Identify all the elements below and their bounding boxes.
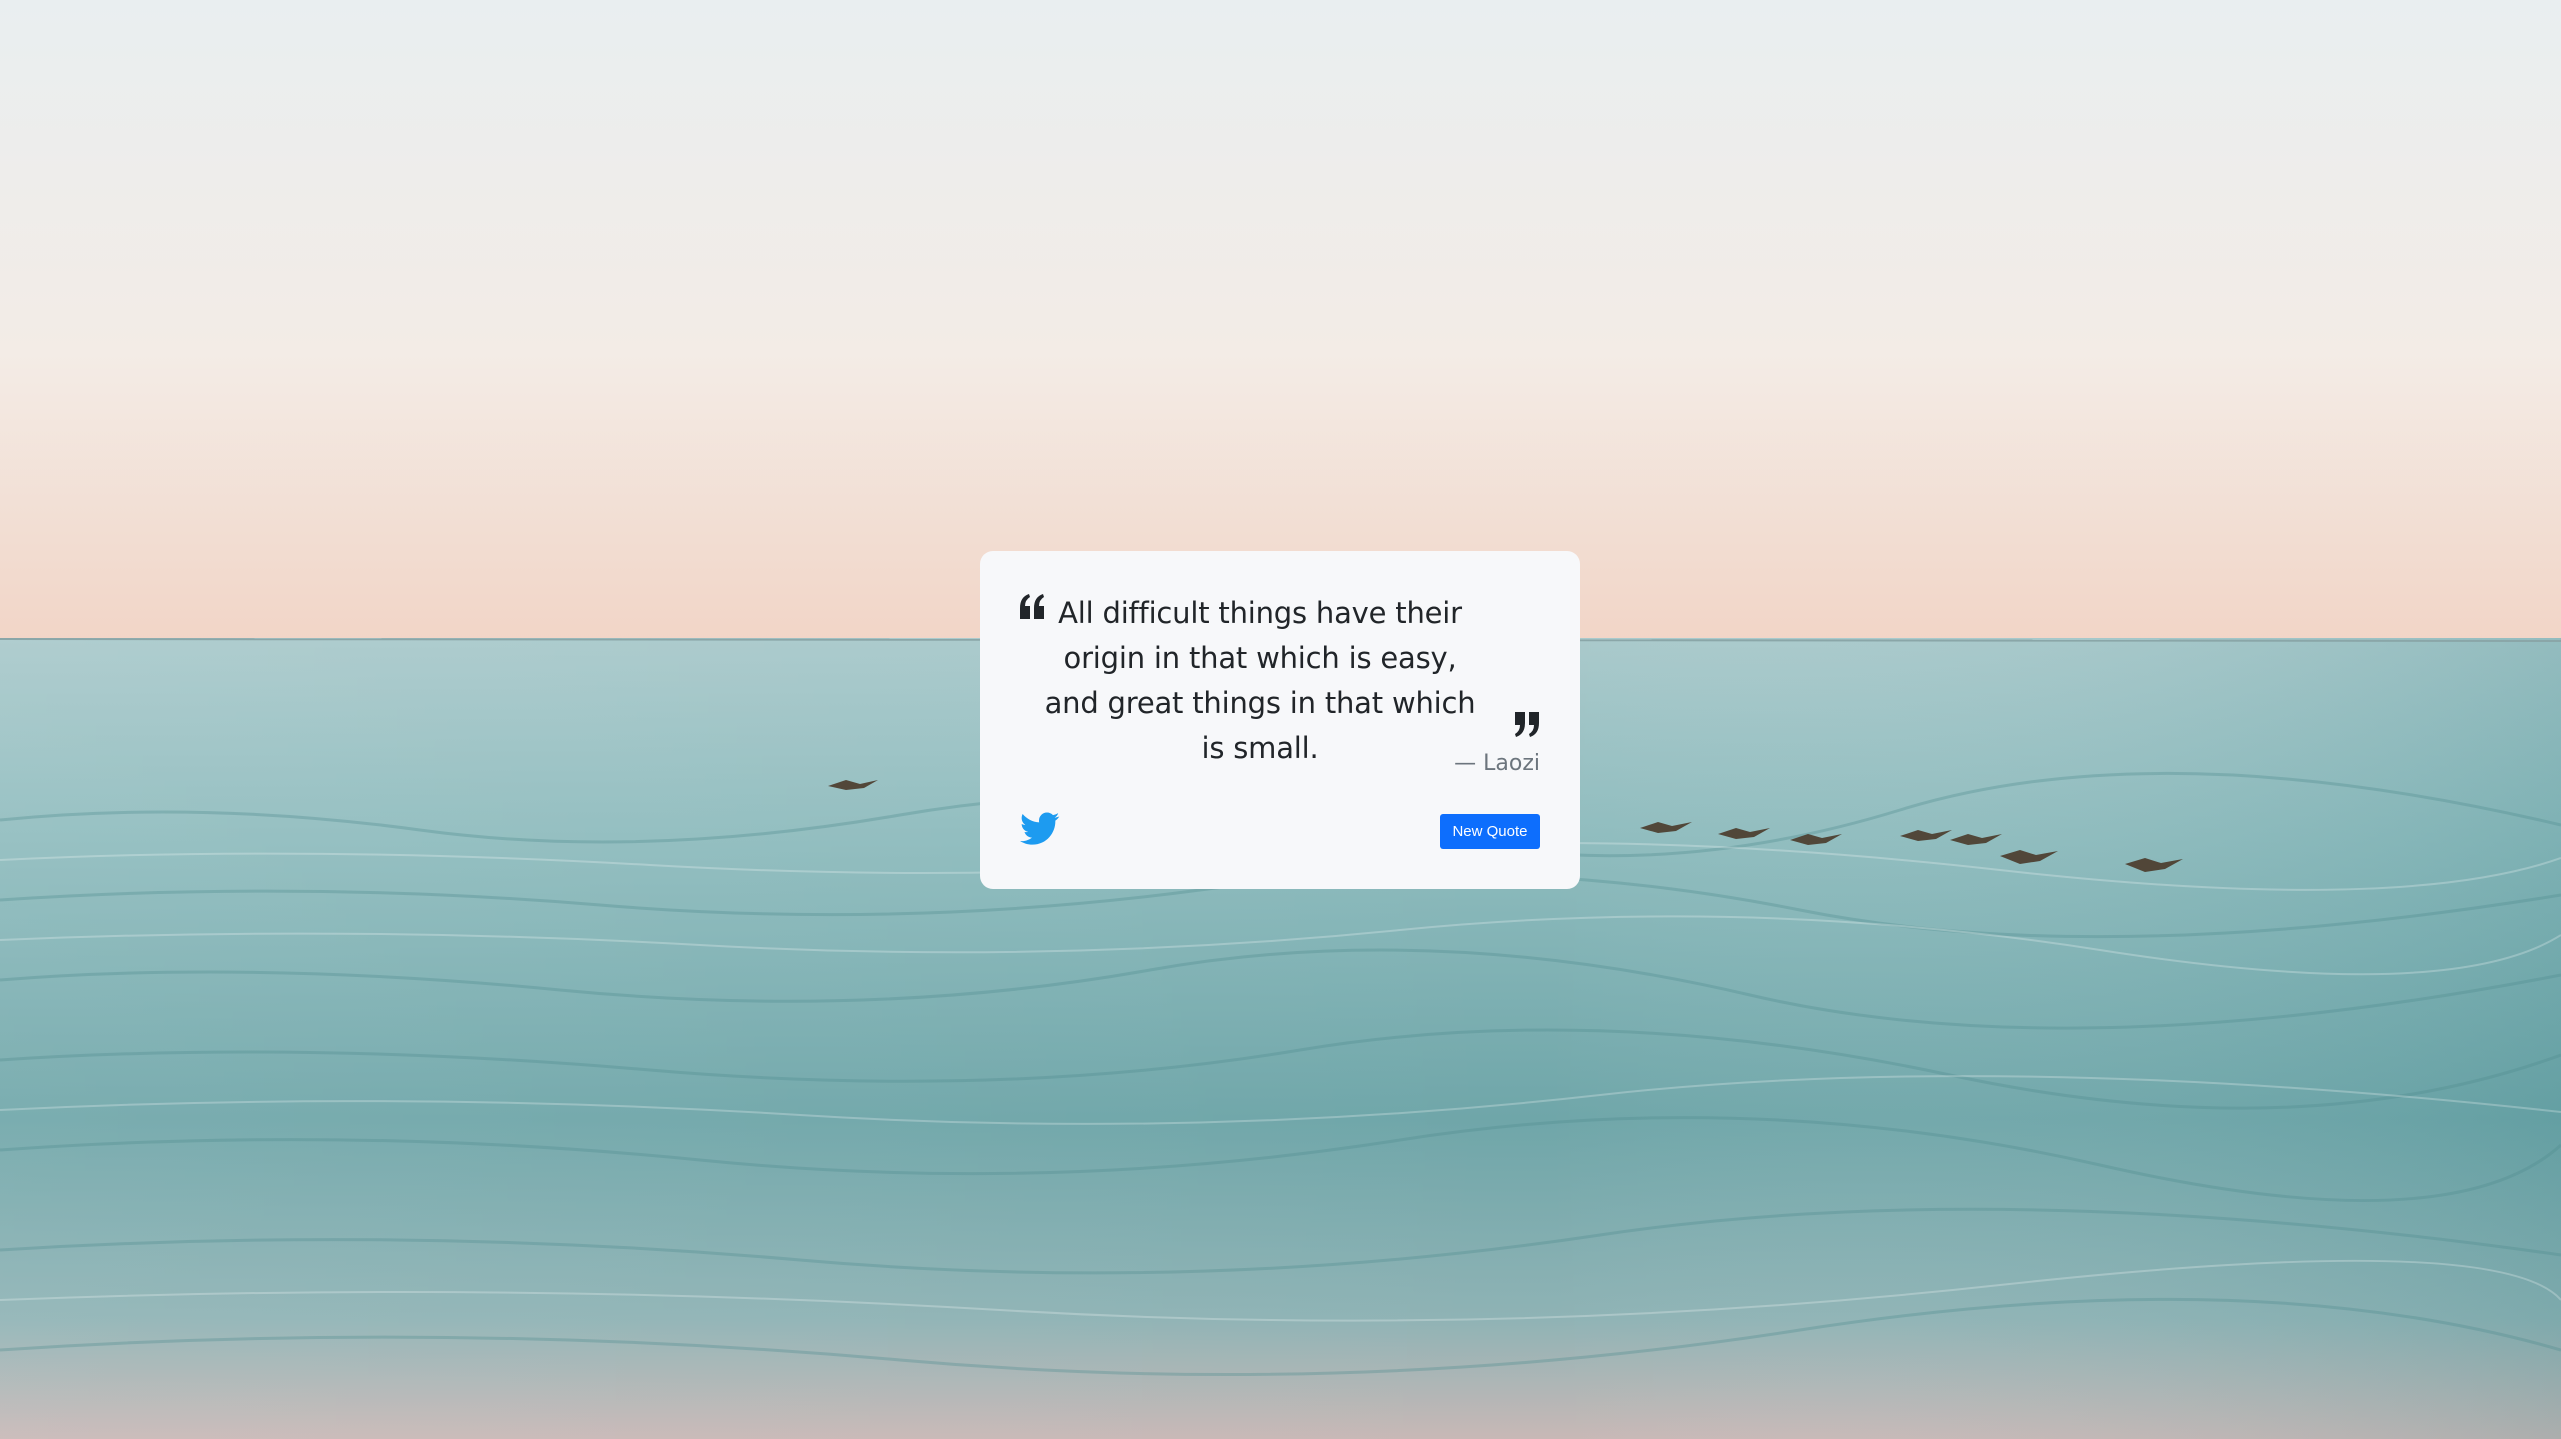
quote-text: All difficult things have their origin i… <box>1044 596 1476 765</box>
new-quote-button[interactable]: New Quote <box>1440 814 1540 849</box>
quote-card: All difficult things have their origin i… <box>980 551 1580 889</box>
quote-author: — Laozi <box>1454 751 1540 776</box>
twitter-icon <box>1020 812 1060 845</box>
quote-right-icon <box>1515 712 1539 737</box>
tweet-quote-button[interactable] <box>1020 812 1060 846</box>
